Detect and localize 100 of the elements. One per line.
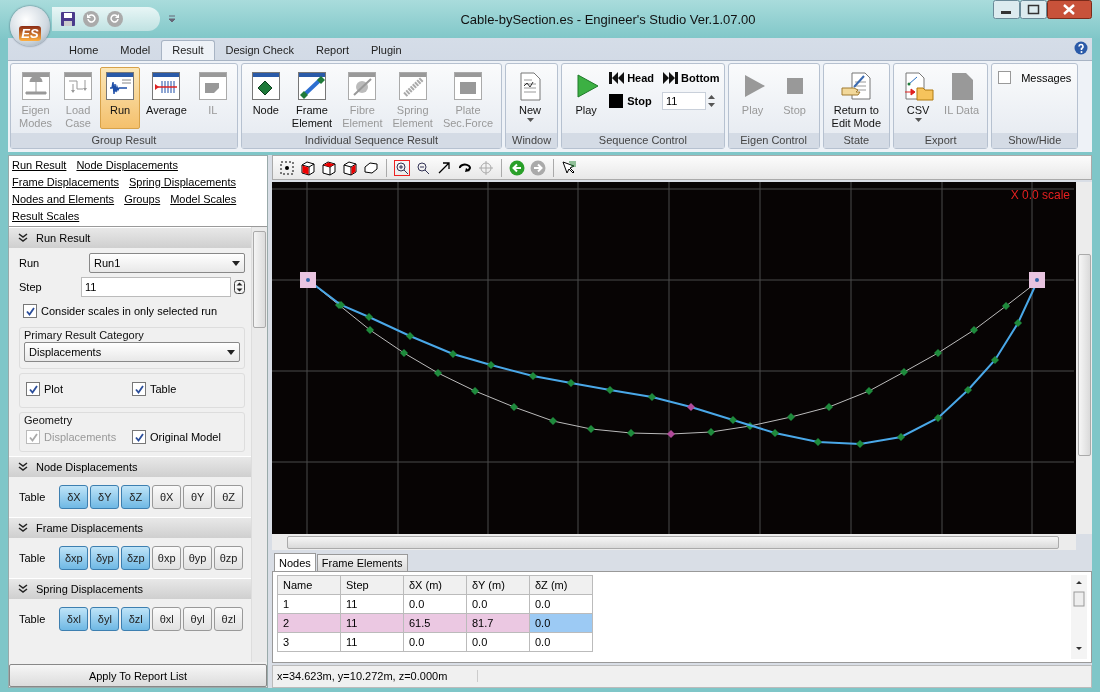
ribbon-button[interactable]: Average: [142, 67, 191, 129]
ribbon-button[interactable]: CSV: [898, 67, 939, 129]
section-link[interactable]: Nodes and Elements: [12, 192, 115, 207]
toggle-button[interactable]: θyl: [183, 607, 213, 631]
section-link[interactable]: Run Result: [12, 158, 67, 173]
ribbon-tab[interactable]: Plugin: [360, 40, 413, 60]
toolbar-button[interactable]: Stop: [608, 93, 655, 109]
ribbon-tab[interactable]: Result: [161, 40, 215, 60]
toggle-button[interactable]: δX: [59, 485, 89, 509]
toggle-button[interactable]: δZ: [121, 485, 151, 509]
step-field[interactable]: 11: [81, 277, 231, 297]
ribbon-tab[interactable]: Home: [58, 40, 110, 60]
ribbon-button[interactable]: Run: [100, 67, 141, 129]
zoom-out-icon[interactable]: [415, 159, 431, 176]
toggle-button[interactable]: δyp: [90, 546, 120, 570]
scrollbar[interactable]: [272, 534, 1076, 550]
chart-window-icon: [62, 70, 95, 102]
pointer-icon[interactable]: [561, 159, 577, 176]
section-link[interactable]: Spring Displacements: [129, 175, 236, 190]
node-window-icon: [249, 70, 282, 102]
maximize-button[interactable]: [1020, 0, 1047, 19]
section-link[interactable]: Result Scales: [12, 209, 80, 224]
toggle-button[interactable]: θY: [183, 485, 213, 509]
cube-icon[interactable]: [363, 159, 379, 176]
toggle-button[interactable]: δY: [90, 485, 120, 509]
scrollbar[interactable]: [1076, 182, 1092, 535]
collapse-icon[interactable]: [18, 523, 28, 533]
table-cell: 0.0: [403, 594, 467, 614]
section-link[interactable]: Frame Displacements: [12, 175, 119, 190]
export-file-icon: [902, 70, 935, 102]
checkbox[interactable]: Table: [132, 382, 238, 396]
close-button[interactable]: [1047, 0, 1092, 19]
ribbon-tab[interactable]: Design Check: [214, 40, 305, 60]
section-header[interactable]: Frame Displacements: [9, 517, 251, 538]
category-dropdown[interactable]: Displacements: [24, 342, 240, 362]
checkmark-icon: [134, 384, 144, 394]
back-icon[interactable]: [509, 159, 525, 176]
toggle-button[interactable]: δyl: [90, 607, 120, 631]
checkbox[interactable]: Plot: [26, 382, 132, 396]
collapse-icon[interactable]: [18, 584, 28, 594]
cube-icon[interactable]: [342, 159, 358, 176]
toolbar-button[interactable]: Bottom: [662, 70, 720, 86]
help-icon[interactable]: [1074, 41, 1088, 55]
collapse-icon[interactable]: [18, 233, 28, 243]
checkbox[interactable]: Consider scales in only selected run: [23, 304, 218, 318]
ribbon-button[interactable]: New: [510, 67, 551, 129]
app-logo[interactable]: ES: [10, 6, 50, 46]
section-header[interactable]: Node Displacements: [9, 456, 251, 477]
group-label: Geometry: [24, 414, 74, 426]
fit-view-icon[interactable]: [279, 159, 295, 176]
ribbon-tab[interactable]: Report: [305, 40, 360, 60]
toolbar-button[interactable]: Head: [608, 70, 655, 86]
ribbon-tab[interactable]: Model: [109, 40, 162, 60]
section-header[interactable]: Spring Displacements: [9, 578, 251, 599]
group-label: Sequence Control: [562, 133, 724, 148]
spin-arrows-icon[interactable]: [234, 280, 245, 294]
scrollbar[interactable]: [251, 227, 267, 662]
toggle-button[interactable]: θxp: [152, 546, 182, 570]
section-link[interactable]: Groups: [124, 192, 161, 207]
group-label: Window: [506, 133, 558, 148]
arrow-icon[interactable]: [436, 159, 452, 176]
section-header[interactable]: Run Result: [9, 227, 251, 248]
minimize-button[interactable]: [993, 0, 1020, 19]
table-tab[interactable]: Frame Elements: [316, 553, 408, 571]
step-field[interactable]: 11: [662, 92, 707, 110]
scrollbar[interactable]: [1071, 574, 1087, 659]
toggle-button[interactable]: θyp: [183, 546, 213, 570]
section-title: Run Result: [36, 232, 91, 244]
caret-icon: [526, 118, 534, 122]
spin-arrows-icon[interactable]: [708, 95, 716, 107]
dropdown-icon[interactable]: [168, 14, 176, 24]
messages-checkbox[interactable]: Messages: [996, 67, 1074, 88]
section-link[interactable]: Node Displacements: [76, 158, 178, 173]
zoom-in-icon[interactable]: [394, 159, 410, 176]
ribbon-button[interactable]: Frame Element: [287, 67, 337, 129]
logo-text: ES: [19, 26, 41, 41]
cube-icon[interactable]: [321, 159, 337, 176]
save-icon[interactable]: [60, 11, 76, 27]
toggle-button[interactable]: δxp: [59, 546, 89, 570]
toggle-button[interactable]: θzl: [214, 607, 244, 631]
checkbox[interactable]: Original Model: [132, 430, 238, 444]
toggle-button[interactable]: θX: [152, 485, 182, 509]
section-link[interactable]: Model Scales: [170, 192, 237, 207]
toggle-button[interactable]: δxl: [59, 607, 89, 631]
column-header: Name: [277, 575, 341, 595]
waveform-window-icon: [150, 70, 183, 102]
ribbon-button[interactable]: Node: [245, 67, 286, 129]
toggle-button[interactable]: θxl: [152, 607, 182, 631]
collapse-icon[interactable]: [18, 462, 28, 472]
toggle-button[interactable]: δzl: [121, 607, 151, 631]
toggle-button[interactable]: θZ: [214, 485, 244, 509]
toggle-button[interactable]: θzp: [214, 546, 244, 570]
toggle-button[interactable]: δzp: [121, 546, 151, 570]
ribbon-button[interactable]: Play: [566, 67, 607, 129]
run-dropdown[interactable]: Run1: [89, 253, 245, 273]
table-tab[interactable]: Nodes: [274, 552, 316, 571]
hand-document-icon: [840, 70, 873, 102]
apply-button[interactable]: Apply To Report List: [9, 664, 267, 687]
ribbon-button[interactable]: Return to Edit Mode: [827, 67, 886, 129]
cube-icon[interactable]: [300, 159, 316, 176]
